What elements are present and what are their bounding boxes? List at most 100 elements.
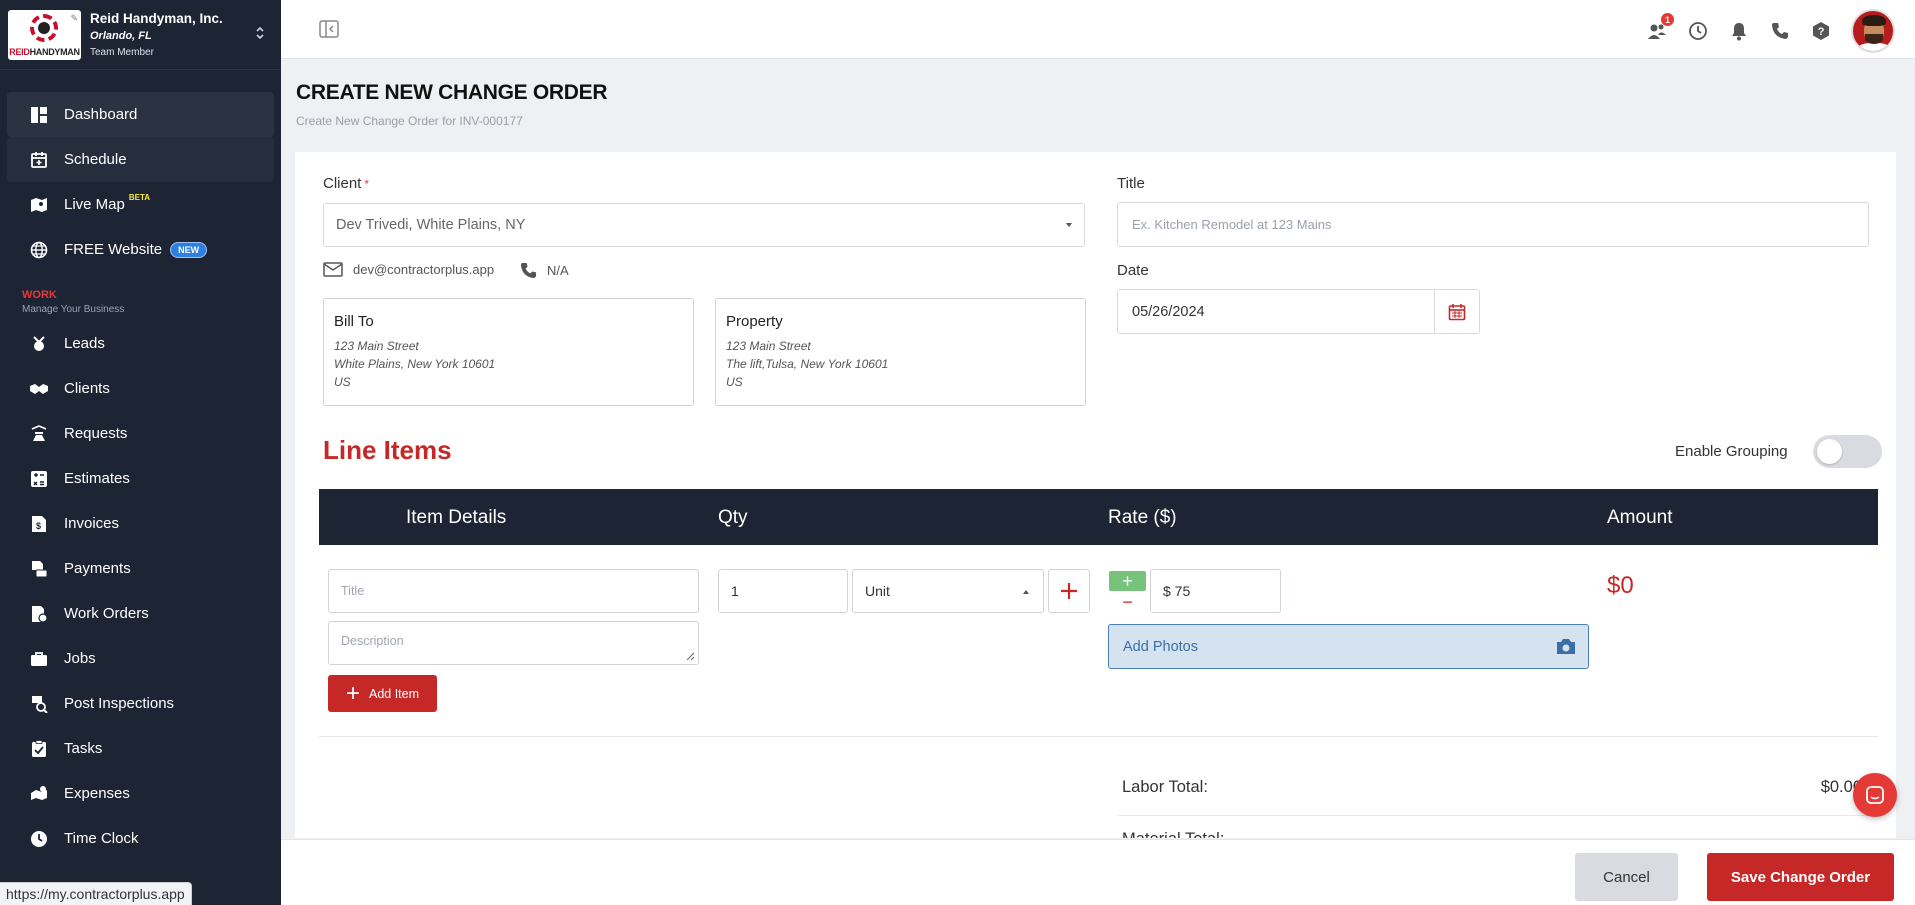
cancel-button[interactable]: Cancel [1575, 853, 1678, 901]
sidebar-item-label: Leads [64, 335, 105, 352]
calendar-icon[interactable] [1434, 290, 1479, 333]
team-icon[interactable]: 1 [1646, 13, 1674, 42]
form-actions: Cancel Save Change Order [281, 839, 1915, 905]
sidebar-item-requests[interactable]: Requests [7, 411, 274, 456]
clock-icon [29, 829, 49, 849]
chat-button[interactable] [1853, 773, 1897, 817]
labor-total-row: Labor Total: $0.00 [1122, 778, 1862, 796]
sidebar-item-label: FREE Website [64, 241, 163, 258]
chevron-up-down-icon[interactable] [255, 25, 265, 44]
change-order-form: Client * Dev Trivedi, White Plains, NY de… [295, 152, 1896, 838]
sidebar-section-work: WORK Manage Your Business [22, 289, 125, 315]
enable-grouping-toggle[interactable] [1813, 435, 1882, 468]
chat-icon [1866, 786, 1884, 804]
unit-select[interactable]: Unit [852, 569, 1044, 613]
title-label: Title [1117, 175, 1145, 192]
camera-icon [1557, 639, 1575, 654]
sidebar-item-tasks[interactable]: Tasks [7, 726, 274, 771]
sidebar-item-invoices[interactable]: $ Invoices [7, 501, 274, 546]
column-rate: Rate ($) [1108, 507, 1177, 528]
edit-logo-icon[interactable]: ✎ [70, 13, 78, 24]
new-badge: NEW [170, 241, 208, 258]
sidebar-item-label: Requests [64, 425, 128, 442]
sidebar-item-time-clock[interactable]: Time Clock [7, 816, 274, 861]
sidebar-item-label: Clients [64, 380, 110, 397]
date-label: Date [1117, 262, 1149, 279]
date-input[interactable]: 05/26/2024 [1118, 290, 1434, 333]
leads-icon [29, 334, 49, 354]
globe-icon [29, 240, 49, 260]
tasks-icon [29, 739, 49, 759]
caret-up-icon [1023, 590, 1029, 594]
increase-rate-button[interactable]: + [1109, 571, 1146, 591]
sidebar-item-payments[interactable]: Payments [7, 546, 274, 591]
history-clock-icon[interactable] [1687, 20, 1709, 42]
line-items-header: Item Details Qty Rate ($) Amount [319, 489, 1878, 545]
date-picker[interactable]: 05/26/2024 [1117, 289, 1480, 334]
notification-badge: 1 [1661, 13, 1674, 26]
sidebar-item-jobs[interactable]: Jobs [7, 636, 274, 681]
client-select[interactable]: Dev Trivedi, White Plains, NY [323, 203, 1085, 247]
decrease-rate-button[interactable]: − [1109, 592, 1146, 612]
sidebar-item-free-website[interactable]: FREE Website NEW [7, 227, 274, 272]
material-total-row: Material Total: [1122, 830, 1862, 838]
sidebar-item-leads[interactable]: Leads [7, 321, 274, 366]
user-avatar[interactable] [1851, 9, 1895, 53]
company-name: Reid Handyman, Inc. [90, 11, 223, 26]
beta-badge: BETA [128, 193, 151, 202]
sidebar-item-live-map[interactable]: Live Map BETA [7, 182, 274, 227]
topbar: 1 ? [281, 0, 1915, 59]
payments-icon [29, 559, 49, 579]
property-card[interactable]: Property 123 Main Street The lift,Tulsa,… [715, 298, 1086, 406]
sidebar-item-expenses[interactable]: Expenses [7, 771, 274, 816]
caret-down-icon [1066, 223, 1072, 227]
sidebar-item-estimates[interactable]: Estimates [7, 456, 274, 501]
add-unit-button[interactable] [1048, 569, 1090, 613]
dashboard-icon [29, 105, 49, 125]
bell-icon[interactable] [1728, 20, 1750, 42]
rate-input[interactable]: $ 75 [1150, 569, 1281, 613]
column-amount: Amount [1607, 507, 1673, 528]
sidebar-item-schedule[interactable]: Schedule [7, 137, 274, 182]
company-location: Orlando, FL [90, 30, 152, 42]
plus-icon: + [345, 679, 360, 707]
sidebar-item-dashboard[interactable]: Dashboard [7, 92, 274, 137]
svg-text:?: ? [1818, 26, 1825, 38]
sidebar-item-post-inspections[interactable]: Post Inspections [7, 681, 274, 726]
add-photos-button[interactable]: Add Photos [1108, 624, 1589, 669]
item-title-input[interactable]: Title [328, 569, 699, 613]
expenses-icon [29, 784, 49, 804]
sidebar-item-label: Work Orders [64, 605, 149, 622]
sidebar-item-label: Live Map [64, 196, 125, 213]
qty-input[interactable]: 1 [718, 569, 848, 613]
calculator-icon [29, 469, 49, 489]
sidebar-item-label: Time Clock [64, 830, 139, 847]
title-input[interactable]: Ex. Kitchen Remodel at 123 Mains [1117, 202, 1869, 247]
column-qty: Qty [718, 507, 748, 528]
app: ✎ REIDHANDYMAN Reid Handyman, Inc. Orlan… [0, 0, 1915, 905]
company-role: Team Member [90, 47, 154, 58]
topbar-actions: 1 ? [1646, 9, 1895, 53]
item-description-input[interactable]: Description [328, 621, 699, 665]
envelope-icon [323, 262, 343, 277]
help-icon[interactable]: ? [1810, 20, 1832, 42]
sidebar-item-label: Estimates [64, 470, 130, 487]
save-change-order-button[interactable]: Save Change Order [1707, 853, 1894, 901]
add-item-button[interactable]: + Add Item [328, 675, 437, 712]
company-switcher[interactable]: ✎ REIDHANDYMAN Reid Handyman, Inc. Orlan… [0, 0, 281, 70]
calendar-icon [29, 150, 49, 170]
sidebar-collapse-icon[interactable] [319, 20, 339, 43]
sidebar-item-label: Schedule [64, 151, 127, 168]
column-item-details: Item Details [406, 507, 507, 528]
sidebar-item-clients[interactable]: Clients [7, 366, 274, 411]
sidebar-item-work-orders[interactable]: Work Orders [7, 591, 274, 636]
bill-to-card[interactable]: Bill To 123 Main Street White Plains, Ne… [323, 298, 694, 406]
client-label: Client * [323, 175, 370, 192]
sidebar-item-label: Jobs [64, 650, 96, 667]
sidebar-item-label: Invoices [64, 515, 120, 532]
enable-grouping-label: Enable Grouping [1675, 443, 1788, 460]
handshake-icon [29, 379, 49, 399]
sidebar-item-label: Dashboard [64, 106, 138, 123]
invoice-icon: $ [29, 514, 49, 534]
phone-icon[interactable] [1769, 20, 1791, 42]
